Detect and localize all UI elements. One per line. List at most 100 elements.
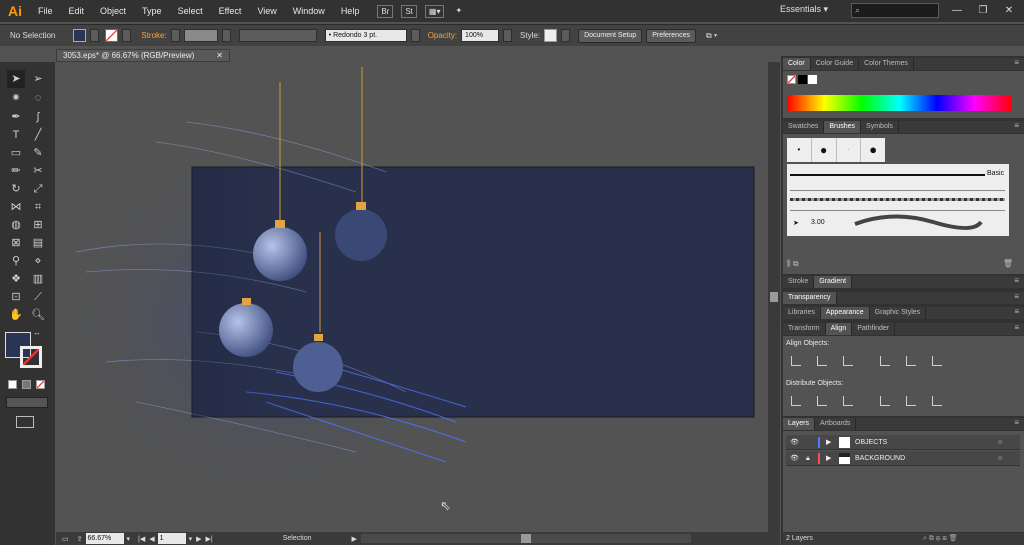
- tab-align[interactable]: Align: [825, 323, 853, 335]
- hscroll-thumb[interactable]: [520, 534, 531, 543]
- lock-icon[interactable]: 🔒︎: [806, 451, 810, 466]
- status-menu-icon[interactable]: ▶: [352, 535, 357, 543]
- pen-tool-icon[interactable]: ✒: [7, 108, 25, 126]
- selection-tool-icon[interactable]: ➤: [7, 70, 25, 88]
- layer-row-background[interactable]: 👁︎ 🔒︎ ▶ BACKGROUND ○: [786, 451, 1020, 466]
- stroke-swatch[interactable]: [105, 29, 119, 42]
- brush-definition-field[interactable]: • Redondo 3 pt.: [324, 29, 407, 42]
- blend-tool-icon[interactable]: ⋄: [29, 252, 47, 270]
- curvature-tool-icon[interactable]: ∫: [29, 108, 47, 126]
- brush-dot-medium[interactable]: ●: [812, 138, 837, 162]
- canvas[interactable]: ⇖: [56, 62, 768, 532]
- gpu-performance-icon[interactable]: ✦: [452, 5, 465, 18]
- tab-appearance[interactable]: Appearance: [820, 307, 870, 319]
- brush-dropdown[interactable]: [410, 29, 420, 42]
- preferences-button[interactable]: Preferences: [646, 28, 696, 43]
- zoom-tool-icon[interactable]: 🔍︎: [29, 306, 47, 324]
- swap-colors-icon[interactable]: ↔: [32, 328, 42, 338]
- direct-selection-tool-icon[interactable]: ➢: [29, 70, 47, 88]
- panel-menu-icon[interactable]: ≡: [1014, 307, 1019, 316]
- stroke-color-box[interactable]: [20, 346, 42, 368]
- distribute-vcenter-icon[interactable]: [817, 396, 827, 406]
- mesh-tool-icon[interactable]: ⊠: [7, 234, 25, 252]
- search-input[interactable]: ⌕: [851, 3, 939, 18]
- paintbrush-tool-icon[interactable]: ✎: [29, 144, 47, 162]
- type-tool-icon[interactable]: T: [7, 126, 25, 144]
- tab-artboards[interactable]: Artboards: [815, 418, 857, 430]
- distribute-hcenter-icon[interactable]: [906, 396, 916, 406]
- stock-icon[interactable]: St: [401, 4, 417, 18]
- tab-color[interactable]: Color: [783, 58, 811, 70]
- tab-color-guide[interactable]: Color Guide: [811, 58, 860, 70]
- tab-pathfinder[interactable]: Pathfinder: [852, 323, 896, 335]
- prev-artboard-icon[interactable]: ◀: [149, 535, 154, 543]
- fill-dropdown[interactable]: [90, 29, 100, 42]
- stroke-label[interactable]: Stroke:: [141, 31, 166, 40]
- fill-swatch[interactable]: [73, 29, 87, 42]
- maximize-button[interactable]: ❐: [972, 2, 994, 19]
- expand-layer-icon[interactable]: ▶: [826, 435, 831, 450]
- scale-tool-icon[interactable]: ⤢: [29, 180, 47, 198]
- charcoal-brush-stroke[interactable]: [790, 198, 1005, 201]
- graphic-style-swatch[interactable]: [544, 29, 558, 42]
- black-swatch[interactable]: [798, 75, 807, 84]
- align-bottom-icon[interactable]: [932, 356, 942, 366]
- distribute-right-icon[interactable]: [932, 396, 942, 406]
- slice-tool-icon[interactable]: ⟋: [29, 288, 47, 306]
- menu-type[interactable]: Type: [134, 0, 170, 22]
- rectangle-tool-icon[interactable]: ▭: [7, 144, 25, 162]
- gradient-tool-icon[interactable]: ▤: [29, 234, 47, 252]
- horizontal-scrollbar[interactable]: [360, 534, 691, 543]
- align-right-icon[interactable]: [843, 356, 853, 366]
- arrange-documents-icon[interactable]: ▦▾: [424, 4, 445, 18]
- tab-gradient[interactable]: Gradient: [814, 276, 853, 288]
- document-tab[interactable]: 3053.eps* @ 66.67% (RGB/Preview) ✕: [56, 49, 230, 62]
- zoom-dropdown-icon[interactable]: ▾: [127, 535, 131, 543]
- tab-color-themes[interactable]: Color Themes: [859, 58, 914, 70]
- panel-menu-icon[interactable]: ≡: [1014, 418, 1019, 427]
- opacity-label[interactable]: Opacity:: [428, 31, 457, 40]
- width-tool-icon[interactable]: ⋈: [7, 198, 25, 216]
- none-mode-icon[interactable]: [36, 380, 45, 389]
- distribute-left-icon[interactable]: [880, 396, 890, 406]
- scrollbar-thumb[interactable]: [770, 292, 778, 302]
- layer-row-objects[interactable]: 👁︎ ▶ OBJECTS ○: [786, 435, 1020, 450]
- brush-dot-small[interactable]: •: [787, 138, 812, 162]
- panel-menu-icon[interactable]: ≡: [1014, 58, 1019, 67]
- close-window-button[interactable]: ✕: [998, 2, 1020, 19]
- artboard-number-field[interactable]: 1: [157, 533, 186, 544]
- menu-edit[interactable]: Edit: [61, 0, 93, 22]
- next-artboard-icon[interactable]: ▶: [196, 535, 201, 543]
- zoom-field[interactable]: 66.67%: [85, 533, 124, 544]
- first-artboard-icon[interactable]: |◀: [138, 535, 145, 543]
- tab-symbols[interactable]: Symbols: [861, 121, 899, 133]
- white-swatch[interactable]: [808, 75, 817, 84]
- brush-dot-faint[interactable]: ·: [837, 138, 862, 162]
- stroke-weight-stepper[interactable]: [170, 29, 180, 42]
- bridge-icon[interactable]: Br: [377, 4, 394, 18]
- brush-libraries-icon[interactable]: ⫼ ⧉: [787, 259, 799, 268]
- artboard-nav-icon[interactable]: ▭: [62, 535, 69, 543]
- rotate-tool-icon[interactable]: ↻: [7, 180, 25, 198]
- gradient-mode-icon[interactable]: [22, 380, 31, 389]
- vertical-scrollbar[interactable]: [768, 62, 780, 532]
- pencil-tool-icon[interactable]: ✏: [7, 162, 25, 180]
- screen-mode-icon[interactable]: [16, 416, 34, 428]
- distribute-top-icon[interactable]: [791, 396, 801, 406]
- last-artboard-icon[interactable]: ▶|: [206, 535, 213, 543]
- menu-effect[interactable]: Effect: [211, 0, 250, 22]
- menu-object[interactable]: Object: [92, 0, 134, 22]
- lasso-tool-icon[interactable]: ◌: [29, 89, 47, 107]
- color-spectrum[interactable]: [787, 95, 1012, 111]
- tab-swatches[interactable]: Swatches: [783, 121, 825, 133]
- arrange-icon[interactable]: ⧉ ▾: [706, 31, 717, 41]
- visibility-eye-icon[interactable]: 👁︎: [790, 435, 799, 450]
- symbol-sprayer-tool-icon[interactable]: ❖: [7, 270, 25, 288]
- variable-width-dropdown[interactable]: [238, 29, 317, 42]
- perspective-grid-tool-icon[interactable]: ⊞: [29, 216, 47, 234]
- hand-tool-icon[interactable]: ✋: [7, 306, 25, 324]
- panel-menu-icon[interactable]: ≡: [1014, 121, 1019, 130]
- menu-view[interactable]: View: [249, 0, 284, 22]
- tab-stroke[interactable]: Stroke: [783, 276, 815, 288]
- tab-layers[interactable]: Layers: [783, 418, 816, 430]
